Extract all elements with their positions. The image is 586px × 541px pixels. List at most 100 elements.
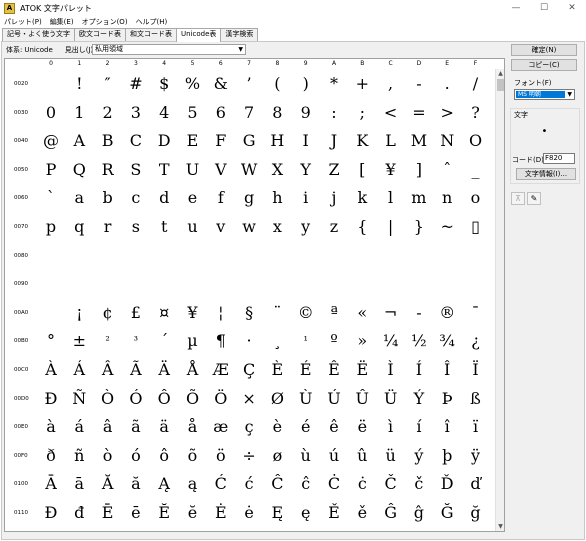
char-cell[interactable]: ¥ [179,299,207,327]
char-cell[interactable]: ’ [235,70,263,98]
char-cell[interactable]: Ď [433,470,461,498]
char-cell[interactable]: ³ [122,327,150,355]
char-cell[interactable]: © [292,299,320,327]
char-cell[interactable] [37,242,65,270]
pen-icon[interactable]: ✎ [527,192,541,205]
char-cell[interactable] [179,270,207,298]
char-cell[interactable]: b [94,184,122,212]
char-cell[interactable]: ì [377,413,405,441]
char-cell[interactable]: ċ [348,470,376,498]
tab-unicode[interactable]: Unicode表 [176,28,222,42]
char-cell[interactable] [235,242,263,270]
char-cell[interactable] [37,299,65,327]
font-select[interactable]: MS 明朝 ▼ [514,89,575,100]
char-cell[interactable]: ¦ [207,299,235,327]
char-cell[interactable]: â [94,413,122,441]
char-cell[interactable] [405,242,433,270]
scroll-thumb[interactable] [497,79,504,91]
char-cell[interactable]: H [263,127,291,155]
char-cell[interactable]: R [94,156,122,184]
char-cell[interactable]: + [348,70,376,98]
char-cell[interactable]: Č [377,470,405,498]
menu-help[interactable]: ヘルプ(H) [132,17,172,27]
char-cell[interactable]: Ě [320,499,348,527]
char-cell[interactable]: ÷ [235,442,263,470]
char-cell[interactable]: 0 [37,99,65,127]
char-cell[interactable]: Ü [377,385,405,413]
char-cell[interactable]: ë [348,413,376,441]
char-cell[interactable]: Ó [122,385,150,413]
char-cell[interactable]: ö [207,442,235,470]
pin-icon[interactable]: ⊼ [511,192,525,205]
char-cell[interactable]: g [235,184,263,212]
char-cell[interactable]: i [292,184,320,212]
char-cell[interactable]: Ć [207,470,235,498]
char-cell[interactable]: I [292,127,320,155]
char-cell[interactable]: J [320,127,348,155]
tab-japanese-code[interactable]: 和文コード表 [125,28,177,41]
char-cell[interactable]: Î [433,356,461,384]
char-cell[interactable] [207,242,235,270]
char-cell[interactable]: e [179,184,207,212]
char-cell[interactable]: £ [122,299,150,327]
char-cell[interactable]: Ì [377,356,405,384]
char-cell[interactable]: à [37,413,65,441]
char-cell[interactable]: O [462,127,490,155]
char-cell[interactable]: & [207,70,235,98]
char-cell[interactable]: w [235,213,263,241]
char-cell[interactable]: ă [122,470,150,498]
char-cell[interactable]: P [37,156,65,184]
char-cell[interactable]: « [348,299,376,327]
char-cell[interactable]: ) [292,70,320,98]
char-cell[interactable]: ô [150,442,178,470]
char-cell[interactable]: j [320,184,348,212]
char-cell[interactable]: Ð [37,385,65,413]
char-cell[interactable] [94,270,122,298]
char-cell[interactable] [150,270,178,298]
char-cell[interactable]: | [377,213,405,241]
char-cell[interactable]: ø [263,442,291,470]
char-cell[interactable]: Á [65,356,93,384]
char-cell[interactable]: U [179,156,207,184]
char-cell[interactable] [462,270,490,298]
scroll-down-icon[interactable]: ▼ [496,522,505,531]
char-cell[interactable]: } [405,213,433,241]
char-cell[interactable] [348,242,376,270]
char-cell[interactable]: ĕ [179,499,207,527]
char-cell[interactable]: í [405,413,433,441]
char-cell[interactable]: ¿ [462,327,490,355]
copy-button[interactable]: コピー(C) [511,59,577,71]
char-cell[interactable]: ĉ [292,470,320,498]
maximize-button[interactable]: ☐ [530,0,558,16]
char-cell[interactable]: Ú [320,385,348,413]
char-cell[interactable]: ¾ [433,327,461,355]
menu-options[interactable]: オプション(O) [78,17,132,27]
char-cell[interactable]: z [320,213,348,241]
char-cell[interactable]: 1 [65,99,93,127]
char-cell[interactable]: ě [348,499,376,527]
char-cell[interactable]: M [405,127,433,155]
char-cell[interactable] [377,270,405,298]
char-cell[interactable]: 6 [207,99,235,127]
char-cell[interactable]: ā [65,470,93,498]
char-cell[interactable]: · [235,327,263,355]
char-cell[interactable] [292,242,320,270]
char-cell[interactable] [122,270,150,298]
char-cell[interactable]: ê [320,413,348,441]
char-cell[interactable]: ? [462,99,490,127]
char-cell[interactable]: : [320,99,348,127]
char-cell[interactable]: V [207,156,235,184]
char-cell[interactable]: - [405,70,433,98]
char-cell[interactable]: ß [462,385,490,413]
char-cell[interactable]: T [150,156,178,184]
char-cell[interactable]: Ĉ [263,470,291,498]
char-cell[interactable]: ¡ [65,299,93,327]
char-cell[interactable]: / [462,70,490,98]
char-cell[interactable]: ù [292,442,320,470]
char-cell[interactable]: $ [150,70,178,98]
char-cell[interactable]: Ò [94,385,122,413]
char-cell[interactable] [292,270,320,298]
char-cell[interactable]: ½ [405,327,433,355]
char-cell[interactable]: ¶ [207,327,235,355]
char-cell[interactable]: 2 [94,99,122,127]
